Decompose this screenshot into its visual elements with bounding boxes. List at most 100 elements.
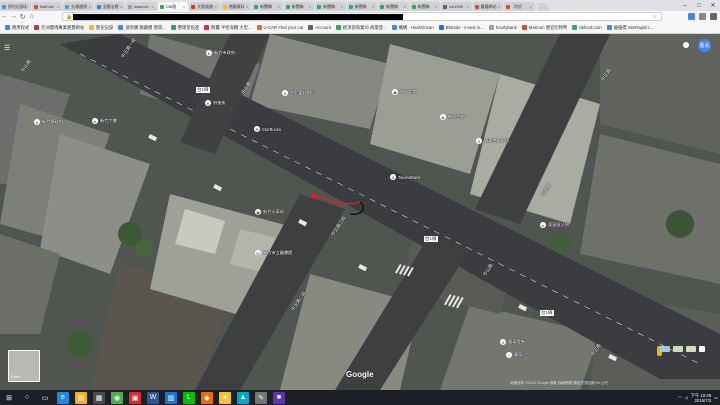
browser-tab[interactable]: 地圖資料 × — [220, 2, 251, 11]
poi[interactable]: ▣ 新竹火車站 — [255, 209, 284, 215]
close-tab-icon[interactable]: × — [372, 4, 375, 9]
extension-icon[interactable] — [688, 13, 695, 20]
browser-tab[interactable]: 新聞稿 × — [346, 2, 377, 11]
bookmark-item[interactable]: MaiCoin 便宜比特幣 — [521, 25, 567, 31]
bookmark-item[interactable]: 歷史記錄 — [89, 25, 113, 31]
browser-tab[interactable]: 評估記錄表× — [0, 2, 31, 11]
browser-tab[interactable]: 大阪道路 × — [189, 2, 220, 11]
close-tab-icon[interactable]: × — [183, 4, 186, 9]
poi[interactable]: ☕ StarBucks — [254, 126, 281, 132]
close-tab-icon[interactable]: × — [89, 4, 92, 9]
browser-tab[interactable]: www.lev × — [126, 2, 157, 11]
imagery-thumb[interactable] — [673, 346, 683, 352]
poi[interactable]: ● 新竹縣政府 — [34, 119, 63, 125]
browser-tab[interactable]: vol1900 × — [441, 2, 472, 11]
bookmark-item[interactable]: U-CAR Find your car — [256, 25, 303, 30]
close-tab-icon[interactable]: × — [246, 4, 249, 9]
close-tab-icon[interactable]: × — [26, 4, 29, 9]
satellite-map[interactable]: ☰ 嘉武 中山路 中正路一段 中山路 中正路二段 中正路二段 自由路 中正路 中… — [0, 34, 720, 390]
app-blue-icon[interactable]: ▥ — [165, 391, 177, 404]
browser-tab[interactable]: 新聞稿 × — [409, 2, 440, 11]
back-button[interactable]: ← — [0, 12, 9, 21]
poi[interactable]: ● 新竹市政府 — [206, 50, 235, 56]
address-bar[interactable]: 🔒 — [62, 12, 662, 21]
poi[interactable]: ◆ 統一超商 — [392, 89, 417, 95]
browser-tab[interactable]: 新聞稿 × — [315, 2, 346, 11]
zoom-in-button[interactable] — [699, 346, 705, 352]
poi[interactable]: + 藥局 — [506, 352, 522, 358]
start-icon[interactable]: ⊞ — [3, 391, 15, 404]
browser-tab[interactable]: 豐藝網站 × — [472, 2, 503, 11]
poi[interactable]: ▤ 新竹市立圖書館 — [255, 250, 292, 256]
line-icon[interactable]: L — [183, 391, 195, 404]
search-icon[interactable]: ○ — [21, 391, 33, 404]
poi[interactable]: $ 台北富邦銀行 — [282, 90, 315, 96]
bookmark-item[interactable]: 鮮蠶 半徑海鷗 大型... — [204, 25, 252, 31]
word-icon[interactable]: W — [147, 391, 159, 404]
browser-tab[interactable]: 【包】 × — [504, 2, 535, 11]
clock[interactable]: 下午 10:49 2016/7/3 — [691, 393, 712, 403]
close-tab-icon[interactable]: × — [498, 4, 501, 9]
close-tab-icon[interactable]: × — [341, 4, 344, 9]
app-orange-icon[interactable]: ◆ — [201, 391, 213, 404]
task-view-icon[interactable]: ▭ — [39, 391, 51, 404]
poi[interactable]: $ 國泰證券 — [500, 339, 525, 345]
avatar[interactable]: 嘉武 — [698, 39, 711, 52]
bookmark-item[interactable]: Bittrade - invest in... — [438, 25, 484, 30]
browser-tab[interactable]: 新聞稿 × — [378, 2, 409, 11]
poi[interactable]: $ TaiwanBank — [390, 174, 421, 180]
menu-icon[interactable]: ☰ — [4, 44, 10, 52]
app-yellow-icon[interactable]: ● — [219, 391, 231, 404]
bookmark-item[interactable]: 速易購 蘭藏樓 煙環... — [118, 25, 166, 31]
close-tab-icon[interactable]: × — [309, 4, 312, 9]
edge-icon[interactable]: e — [57, 391, 69, 404]
store-icon[interactable]: ▦ — [93, 391, 105, 404]
bookmark-item[interactable]: 應用程式 — [5, 25, 29, 31]
close-tab-icon[interactable]: × — [57, 4, 60, 9]
extension-icon[interactable] — [699, 13, 706, 20]
notification-icon[interactable]: ▭ — [714, 395, 718, 400]
bookmark-item[interactable]: 機構 · HashOcean — [391, 25, 434, 31]
close-tab-icon[interactable]: × — [120, 4, 123, 9]
explorer-icon[interactable]: ▤ — [75, 391, 87, 404]
app-purple-icon[interactable]: ■ — [273, 391, 285, 404]
menu-icon[interactable] — [710, 13, 717, 20]
close-tab-icon[interactable]: × — [467, 4, 470, 9]
minimize-button[interactable]: – — [678, 0, 692, 11]
bookmark-item[interactable]: hourlybank — [488, 25, 517, 30]
close-tab-icon[interactable]: × — [152, 4, 155, 9]
app-cyan-icon[interactable]: ▲ — [237, 391, 249, 404]
poi[interactable]: ● 東區區公所 — [540, 222, 569, 228]
bookmark-item[interactable]: 優優標 SiteRapid.c... — [606, 25, 653, 31]
close-tab-icon[interactable]: × — [278, 4, 281, 9]
close-tab-icon[interactable]: × — [530, 4, 533, 9]
close-tab-icon[interactable]: × — [215, 4, 218, 9]
imagery-thumb[interactable] — [660, 346, 670, 352]
chrome-icon[interactable]: ◉ — [111, 391, 123, 404]
bookmark-item[interactable]: Account — [308, 25, 331, 30]
wifi-icon[interactable]: ◠ — [678, 395, 682, 400]
poi[interactable]: ■ 新光三越 — [440, 114, 465, 120]
browser-tab[interactable]: 全國法規 × — [94, 2, 125, 11]
bookmark-item[interactable]: 經濟部商業司-商業登... — [335, 25, 387, 31]
browser-tab[interactable]: MaiCoin × — [31, 2, 62, 11]
bookmark-item[interactable]: 整理型投進 — [170, 25, 199, 31]
forward-button[interactable]: → — [9, 12, 18, 21]
poi[interactable]: ● 府後街 — [205, 100, 226, 106]
new-tab-button[interactable] — [536, 3, 549, 11]
browser-tab[interactable]: 新聞稿 × — [283, 2, 314, 11]
browser-tab[interactable]: 238號 × — [157, 2, 188, 11]
close-window-button[interactable]: ✕ — [706, 0, 720, 11]
close-tab-icon[interactable]: × — [404, 4, 407, 9]
browser-tab[interactable]: 交通違規 × — [63, 2, 94, 11]
maximize-button[interactable]: □ — [692, 0, 706, 11]
bookmark-item[interactable]: 亞洲雙碼專業買賣網站 — [34, 25, 84, 31]
browser-tab[interactable]: 新聞稿 × — [252, 2, 283, 11]
pdf-icon[interactable]: ▣ — [129, 391, 141, 404]
app-gray-icon[interactable]: ✎ — [255, 391, 267, 404]
volume-icon[interactable]: ◁ — [685, 395, 688, 400]
reload-button[interactable]: ↻ — [18, 12, 27, 21]
imagery-thumb[interactable] — [686, 346, 696, 352]
bookmark-star-icon[interactable]: ☆ — [652, 13, 657, 20]
poi[interactable]: $ 國泰世華銀行 — [476, 138, 509, 144]
